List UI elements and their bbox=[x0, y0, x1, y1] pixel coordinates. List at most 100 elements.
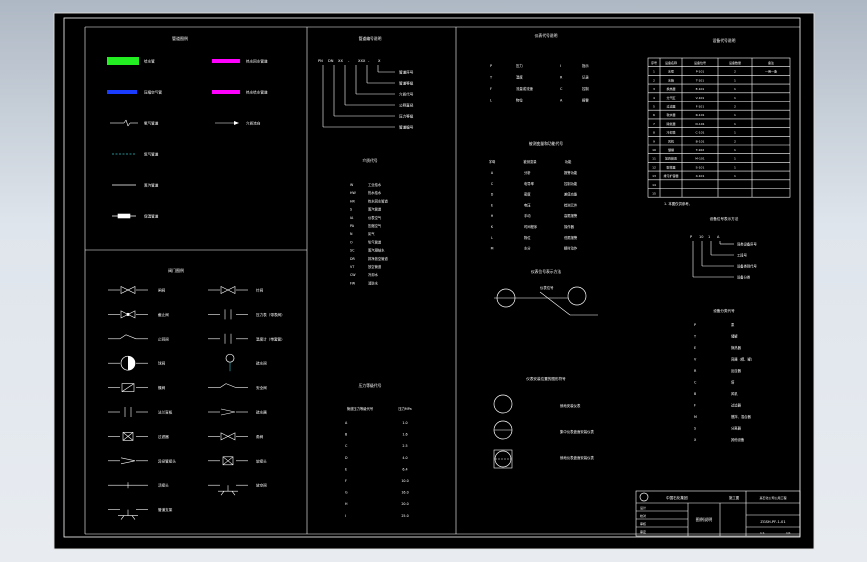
code-label-1: 管道等级 bbox=[399, 81, 414, 86]
symbol-label-2: 就地仪表盘面安装仪表 bbox=[560, 455, 595, 460]
pressure-code-6: G bbox=[345, 491, 348, 495]
media-name-7: 氧气管道 bbox=[368, 239, 382, 244]
valve-label-2: 止回阀 bbox=[158, 336, 169, 341]
equipment-cell-1-2: T-101 bbox=[695, 78, 704, 82]
legend-label-4: 蒸汽管道 bbox=[144, 183, 159, 188]
tag-part-2: 1 bbox=[708, 235, 710, 239]
valve-label-7: 异径管接头 bbox=[158, 458, 176, 463]
media-name-12: 消防水 bbox=[368, 280, 379, 285]
valve-label-r6: 角阀 bbox=[256, 434, 264, 439]
code-label-2: 介质代号 bbox=[399, 92, 414, 97]
func-b-4: 手动 bbox=[524, 213, 531, 218]
func-c-6: 低限报警 bbox=[564, 235, 578, 240]
media-title: 介质代号 bbox=[362, 158, 377, 163]
equipment-cell-10-2: M-101 bbox=[695, 157, 704, 161]
valve-label-r8: 放空阀 bbox=[256, 483, 267, 488]
equipment-cell-9-0: 10 bbox=[652, 148, 656, 152]
equipment-cell-5-0: 6 bbox=[653, 113, 655, 117]
equipment-cell-10-3: 1 bbox=[734, 157, 736, 161]
ins-text1-0: 压力 bbox=[516, 63, 523, 68]
class-name-9: 分离器 bbox=[731, 426, 742, 431]
valve-label-r3: 疏水阀 bbox=[256, 361, 267, 366]
equipment-head-3: 设备数量 bbox=[729, 60, 741, 65]
media-name-10: 放空管道 bbox=[368, 264, 382, 269]
func-c-1: 控制功能 bbox=[564, 181, 578, 186]
equipment-cell-12-1: 排污扩容器 bbox=[663, 173, 678, 178]
equipment-cell-14-0: 15 bbox=[652, 192, 656, 196]
equipment-cell-9-3: 1 bbox=[734, 148, 736, 152]
tag-label-2: 设备类别代号 bbox=[737, 264, 757, 269]
drawing-sheet[interactable]: 管道图例给水管压缩空气管氧气管道氮气管道蒸汽管道保温管道热水回水管道热水给水管道… bbox=[0, 0, 867, 562]
tag-part-0: P bbox=[690, 235, 692, 239]
legend-label-5: 保温管道 bbox=[144, 214, 159, 219]
ins-letter1-3: L bbox=[490, 99, 492, 103]
class-name-4: 反应器 bbox=[731, 368, 742, 373]
instrument-title: 仪表代号说明 bbox=[535, 33, 558, 38]
func-c-5: 操作器 bbox=[564, 224, 575, 229]
equipment-cell-1-1: 水箱 bbox=[668, 77, 674, 82]
pressure-val-5: 10.0 bbox=[401, 479, 408, 483]
ins-text1-3: 物位 bbox=[516, 98, 523, 103]
symbols-title: 仪表安装位置的图形符号 bbox=[526, 376, 566, 381]
media-name-2: 热水回水管道 bbox=[368, 198, 388, 203]
func-c-7: 瞬时动作 bbox=[564, 246, 578, 251]
media-name-1: 热水给水 bbox=[368, 190, 382, 195]
media-code-3: S bbox=[350, 208, 352, 212]
valve-label-0: 闸阀 bbox=[158, 288, 166, 293]
media-code-8: SC bbox=[350, 249, 355, 253]
equipment-title: 设备代号说明 bbox=[713, 38, 736, 43]
equipment-cell-5-2: R-101 bbox=[696, 113, 705, 117]
equipment-cell-10-0: 11 bbox=[652, 157, 656, 161]
valve-label-r4: 安全阀 bbox=[256, 385, 267, 390]
equipment-cell-11-2: S-101 bbox=[696, 165, 705, 169]
equipment-cell-4-0: 5 bbox=[653, 105, 655, 109]
equipment-cell-1-0: 2 bbox=[653, 78, 655, 82]
equipment-cell-2-3: 1 bbox=[734, 87, 736, 91]
equipment-cell-8-3: 2 bbox=[734, 139, 736, 143]
valve-title: 阀门图例 bbox=[168, 267, 184, 273]
title-drawing-no: ZGSH-PF-1-01 bbox=[760, 520, 785, 524]
class-code-2: E bbox=[694, 346, 696, 350]
ins-text2-2: 控制 bbox=[582, 86, 589, 91]
equipment-cell-4-3: 2 bbox=[734, 105, 736, 109]
pressure-code-5: F bbox=[345, 479, 347, 483]
valve-label-r1: 压力表（带表阀） bbox=[256, 312, 285, 317]
title-role-1: 校对 bbox=[640, 513, 646, 518]
func-b-1: 电导率 bbox=[524, 181, 535, 186]
equipment-cell-8-2: B-101 bbox=[696, 139, 705, 143]
equipment-cell-6-0: 7 bbox=[653, 122, 655, 126]
equipment-cell-7-0: 8 bbox=[653, 131, 655, 135]
func-c-4: 高限报警 bbox=[564, 213, 578, 218]
equipment-cell-0-0: 1 bbox=[653, 70, 655, 74]
equipment-head-1: 设备名称 bbox=[665, 60, 677, 65]
equipment-cell-5-1: 软水器 bbox=[666, 112, 675, 117]
circle-label: 仪表位号 bbox=[540, 285, 554, 290]
func-b-3: 电压 bbox=[524, 202, 531, 207]
green-bar-icon bbox=[107, 57, 139, 65]
equipment-cell-4-2: F-101 bbox=[696, 105, 705, 109]
func-a-7: M bbox=[491, 247, 494, 251]
func-b-6: 物位 bbox=[524, 235, 531, 240]
pressure-val-7: 20.0 bbox=[401, 502, 408, 506]
media-code-9: DR bbox=[350, 257, 356, 261]
tag-label-1: 工段号 bbox=[737, 253, 748, 258]
class-name-8: 搅拌、混合器 bbox=[731, 414, 751, 419]
valve-label-r2: 温度计（带套管） bbox=[256, 336, 285, 341]
code-label-5: 管道编号 bbox=[399, 125, 414, 130]
media-code-11: CW bbox=[350, 273, 356, 277]
equipment-cell-2-1: 换热器 bbox=[666, 86, 675, 91]
legend-label-1: 压缩空气管 bbox=[144, 90, 162, 95]
pressure-val-8: 25.0 bbox=[401, 514, 408, 518]
equipment-cell-6-2: D-101 bbox=[695, 122, 704, 126]
equipment-cell-1-3: 1 bbox=[734, 78, 736, 82]
tag-part-1: 10 bbox=[699, 235, 703, 239]
legend-label-2: 氧气管道 bbox=[144, 121, 159, 126]
equipment-cell-12-0: 13 bbox=[652, 174, 656, 178]
thick-line-icon bbox=[117, 213, 131, 219]
cad-viewport[interactable]: 管道图例 给水管 压缩空气管 氧气管道 氮气管道 蒸汽管道 保温管道 热水回水管道 热水给水管道… bbox=[0, 0, 867, 562]
class-code-8: M bbox=[694, 415, 697, 419]
title-project: 某石化公司公用工程 bbox=[759, 495, 786, 500]
equipment-cell-2-0: 3 bbox=[653, 87, 655, 91]
media-code-1: HW bbox=[350, 191, 356, 195]
pressure-head-val: 压力MPa bbox=[398, 406, 411, 411]
